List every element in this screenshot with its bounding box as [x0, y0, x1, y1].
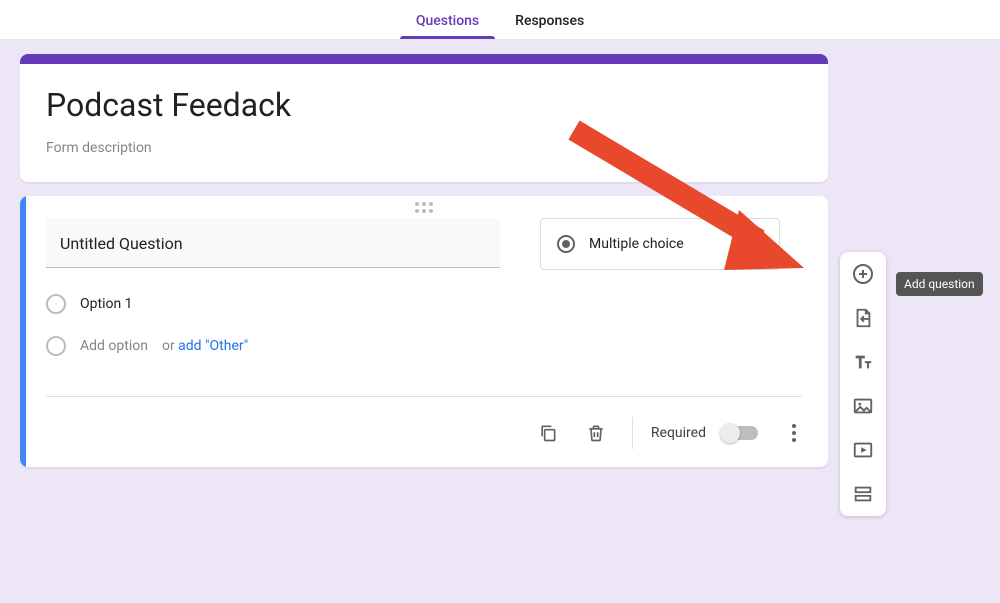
radio-outline-icon: [46, 294, 66, 314]
form-header-card: Podcast Feedack Form description: [20, 54, 828, 182]
image-icon: [852, 395, 874, 417]
add-option-text[interactable]: Add option: [80, 338, 148, 354]
copy-icon: [538, 423, 558, 443]
chevron-down-icon: [753, 242, 763, 247]
tab-questions[interactable]: Questions: [412, 13, 483, 39]
question-type-select[interactable]: Multiple choice: [540, 218, 780, 270]
radio-icon: [557, 235, 575, 253]
drag-handle[interactable]: [20, 196, 828, 218]
or-text: or: [162, 338, 178, 354]
divider: [46, 396, 802, 397]
add-option-row: Add option or add "Other": [46, 336, 802, 356]
option-row[interactable]: Option 1: [46, 294, 802, 314]
delete-button[interactable]: [578, 415, 614, 451]
drag-handle-icon: [415, 202, 433, 213]
divider-vertical: [632, 417, 633, 449]
import-icon: [852, 307, 874, 329]
accent-stripe: [20, 54, 828, 64]
tab-responses[interactable]: Responses: [511, 13, 588, 39]
question-title-input[interactable]: Untitled Question: [46, 218, 500, 268]
required-label: Required: [651, 425, 706, 441]
required-toggle[interactable]: [722, 426, 758, 440]
text-icon: [852, 351, 874, 373]
workspace: Podcast Feedack Form description Untitle…: [0, 40, 1000, 603]
option-label: Option 1: [80, 296, 133, 312]
trash-icon: [586, 423, 606, 443]
duplicate-button[interactable]: [530, 415, 566, 451]
radio-outline-icon: [46, 336, 66, 356]
section-icon: [852, 483, 874, 505]
import-questions-button[interactable]: [851, 306, 875, 330]
add-image-button[interactable]: [851, 394, 875, 418]
tab-bar: Questions Responses: [0, 0, 1000, 40]
more-menu-button[interactable]: [776, 415, 812, 451]
question-type-label: Multiple choice: [589, 236, 739, 252]
add-video-button[interactable]: [851, 438, 875, 462]
add-other-link[interactable]: add "Other": [178, 338, 248, 354]
add-question-button[interactable]: [851, 262, 875, 286]
form-title[interactable]: Podcast Feedack: [46, 86, 802, 124]
add-title-button[interactable]: [851, 350, 875, 374]
add-question-tooltip: Add question: [896, 272, 983, 296]
video-icon: [852, 439, 874, 461]
side-toolbar: [840, 252, 886, 516]
add-section-button[interactable]: [851, 482, 875, 506]
question-card: Untitled Question Multiple choice Option…: [20, 196, 828, 467]
form-description[interactable]: Form description: [46, 140, 802, 156]
plus-circle-icon: [851, 262, 875, 286]
